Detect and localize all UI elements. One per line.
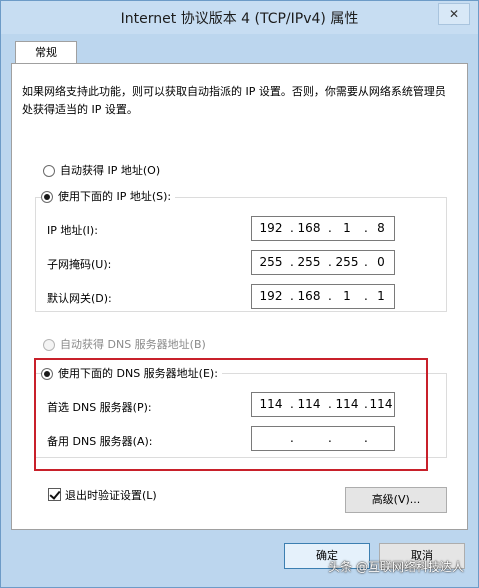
octet-4: 0 (377, 255, 385, 269)
octet-1: 255 (259, 255, 283, 269)
octet-2: 168 (297, 289, 321, 303)
auto-dns-radio-button[interactable] (43, 339, 55, 351)
octet-3: 1 (343, 289, 351, 303)
subnet-mask-field[interactable]: 255 . 255 . 255 . 0 (251, 250, 395, 275)
auto-ip-radio[interactable]: 自动获得 IP 地址(O) (43, 162, 160, 180)
subnet-mask-label: 子网掩码(U): (47, 258, 112, 271)
default-gateway-field[interactable]: 192 . 168 . 1 . 1 (251, 284, 395, 309)
tab-general[interactable]: 常规 (15, 41, 77, 64)
advanced-button[interactable]: 高级(V)... (345, 487, 447, 513)
ip-address-label: IP 地址(I): (47, 224, 98, 237)
octet-3: 1 (343, 221, 351, 235)
manual-ip-radio-button[interactable] (41, 191, 53, 203)
octet-1: 192 (259, 221, 283, 235)
title-bar: Internet 协议版本 4 (TCP/IPv4) 属性 ✕ (1, 1, 478, 34)
close-icon: ✕ (448, 7, 460, 21)
octet-4: 1 (377, 289, 385, 303)
manual-ip-radio[interactable]: 使用下面的 IP 地址(S): (41, 188, 176, 206)
default-gateway-label: 默认网关(D): (47, 292, 112, 305)
ip-address-field[interactable]: 192 . 168 . 1 . 8 (251, 216, 395, 241)
validate-label: 退出时验证设置(L) (65, 489, 157, 502)
close-button[interactable]: ✕ (438, 3, 470, 25)
auto-dns-label: 自动获得 DNS 服务器地址(B) (60, 338, 206, 351)
octet-1: 192 (259, 289, 283, 303)
octet-4: 8 (377, 221, 385, 235)
dialog-window: Internet 协议版本 4 (TCP/IPv4) 属性 ✕ 常规 如果网络支… (0, 0, 479, 588)
tab-strip: 常规 (11, 41, 470, 65)
manual-ip-label: 使用下面的 IP 地址(S): (58, 190, 172, 203)
octet-2: 255 (297, 255, 321, 269)
octet-3: 255 (335, 255, 359, 269)
window-title: Internet 协议版本 4 (TCP/IPv4) 属性 (120, 11, 359, 27)
auto-ip-label: 自动获得 IP 地址(O) (60, 164, 161, 177)
watermark-text: 头条 @互联网络科技达人 (328, 560, 464, 574)
auto-dns-radio[interactable]: 自动获得 DNS 服务器地址(B) (43, 336, 206, 354)
validate-checkbox[interactable] (48, 488, 61, 501)
auto-ip-radio-button[interactable] (43, 165, 55, 177)
octet-2: 168 (297, 221, 321, 235)
highlight-box (34, 358, 428, 471)
description-text: 如果网络支持此功能，则可以获取自动指派的 IP 设置。否则，你需要从网络系统管理… (22, 85, 446, 116)
